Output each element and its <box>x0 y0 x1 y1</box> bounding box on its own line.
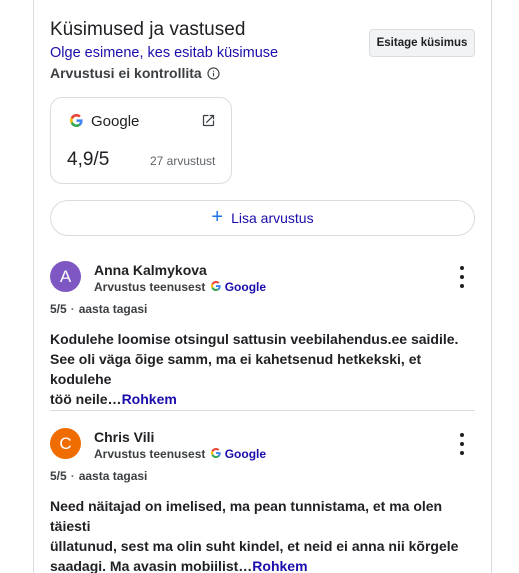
avatar-initial: C <box>59 433 72 453</box>
avatar[interactable]: C <box>50 428 81 459</box>
review-text: Kodulehe loomise otsingul sattusin veebi… <box>50 329 475 409</box>
more-vert-icon[interactable] <box>454 266 470 288</box>
add-review-label: Lisa arvustus <box>231 210 314 226</box>
platform-label: Google <box>211 280 266 294</box>
review-rating: 5/5 <box>50 469 67 483</box>
review-text-line: üllatunud, sest ma olin suht kindel, et … <box>50 538 459 554</box>
review-text: Need näitajad on imelised, ma pean tunni… <box>50 496 475 573</box>
review-meta: 5/5 · aasta tagasi <box>50 302 148 316</box>
review-time: aasta tagasi <box>78 302 148 316</box>
review-meta: 5/5 · aasta tagasi <box>50 469 148 483</box>
more-link[interactable]: Rohkem <box>122 391 177 407</box>
review-text-line: Kodulehe loomise otsingul sattusin veebi… <box>50 331 459 347</box>
google-g-icon <box>211 448 222 458</box>
qa-title: Küsimused ja vastused <box>50 19 246 40</box>
reviews-not-verified-note: Arvustusi ei kontrollita <box>50 65 220 81</box>
review-text-line: See oli väga õige samm, ma ei kahetsenud… <box>50 351 422 387</box>
review-text-line: töö neile… <box>50 391 122 407</box>
reviewer-name[interactable]: Chris Vili <box>94 429 154 445</box>
review-subtitle: Arvustus teenusest <box>94 280 206 294</box>
rating-score: 4,9/5 <box>67 149 110 170</box>
ask-first-link[interactable]: Olge esimene, kes esitab küsimuse <box>50 45 278 61</box>
reviews-not-verified-label: Arvustusi ei kontrollita <box>50 65 202 81</box>
review-time: aasta tagasi <box>78 469 148 483</box>
google-rating-card[interactable]: Google 4,9/5 27 arvustust <box>50 97 232 184</box>
platform-name: Google <box>224 447 267 461</box>
review-subtitle: Arvustus teenusest <box>94 447 206 461</box>
review-source-line: Arvustus teenusest Google <box>94 447 266 461</box>
plus-icon: + <box>211 206 224 228</box>
reviewer-name[interactable]: Anna Kalmykova <box>94 262 207 278</box>
platform-label: Google <box>211 447 266 461</box>
review-text-line: saadagi. Ma avasin mobiilist… <box>50 558 253 573</box>
google-g-icon <box>70 114 83 130</box>
add-review-button[interactable]: + Lisa arvustus <box>50 200 475 236</box>
review-source-line: Arvustus teenusest Google <box>94 280 266 294</box>
more-link[interactable]: Rohkem <box>252 558 307 573</box>
platform-name: Google <box>224 280 267 294</box>
info-icon[interactable] <box>207 66 220 80</box>
external-link-icon[interactable] <box>201 113 216 128</box>
google-g-icon <box>211 281 222 291</box>
review-count: 27 arvustust <box>150 154 216 168</box>
review-rating: 5/5 <box>50 302 67 316</box>
ask-question-button[interactable]: Esitage küsimus <box>369 29 475 57</box>
review-divider <box>50 410 475 411</box>
source-name: Google <box>91 113 140 130</box>
review-text-line: Need näitajad on imelised, ma pean tunni… <box>50 498 443 534</box>
more-vert-icon[interactable] <box>454 433 470 455</box>
avatar[interactable]: A <box>50 261 81 292</box>
avatar-initial: A <box>59 266 72 286</box>
